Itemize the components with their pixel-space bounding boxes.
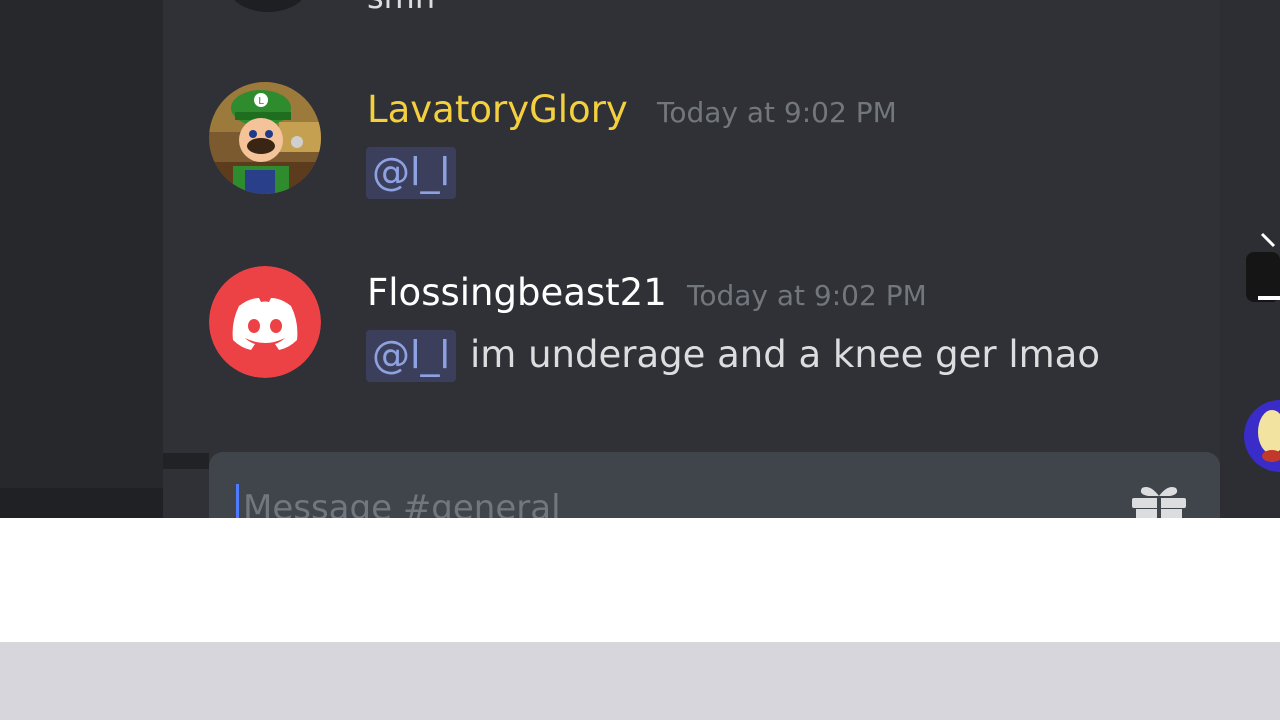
member-avatar-icon[interactable] (1242, 382, 1280, 490)
gift-icon[interactable] (1128, 482, 1190, 518)
message-username[interactable]: Flossingbeast21 (367, 271, 667, 314)
discord-app: smh L LavatoryGlory Today at 9:02 PM @l_… (0, 0, 1280, 518)
message-timestamp: Today at 9:02 PM (657, 96, 897, 129)
message-input-placeholder: Message #general (243, 488, 561, 518)
message-username[interactable]: LavatoryGlory (367, 88, 628, 131)
member-avatar-icon[interactable] (1244, 232, 1280, 312)
discord-logo-avatar-icon[interactable] (209, 266, 321, 378)
channel-sidebar-edge (0, 0, 163, 518)
video-letterbox (0, 518, 1280, 642)
message-timestamp: Today at 9:02 PM (687, 279, 927, 312)
svg-text:L: L (258, 96, 264, 107)
user-mention[interactable]: @l_l (366, 147, 457, 199)
composer-shadow (163, 453, 209, 469)
sidebar-footer-divider (0, 488, 163, 518)
previous-message-text: smh (367, 0, 435, 16)
video-letterbox-bottom (0, 642, 1280, 720)
chat-area (163, 0, 1220, 518)
luigi-avatar-icon[interactable]: L (209, 82, 321, 194)
user-mention[interactable]: @l_l (366, 330, 457, 382)
text-caret (236, 484, 239, 518)
message-text: im underage and a knee ger lmao (470, 333, 1100, 376)
